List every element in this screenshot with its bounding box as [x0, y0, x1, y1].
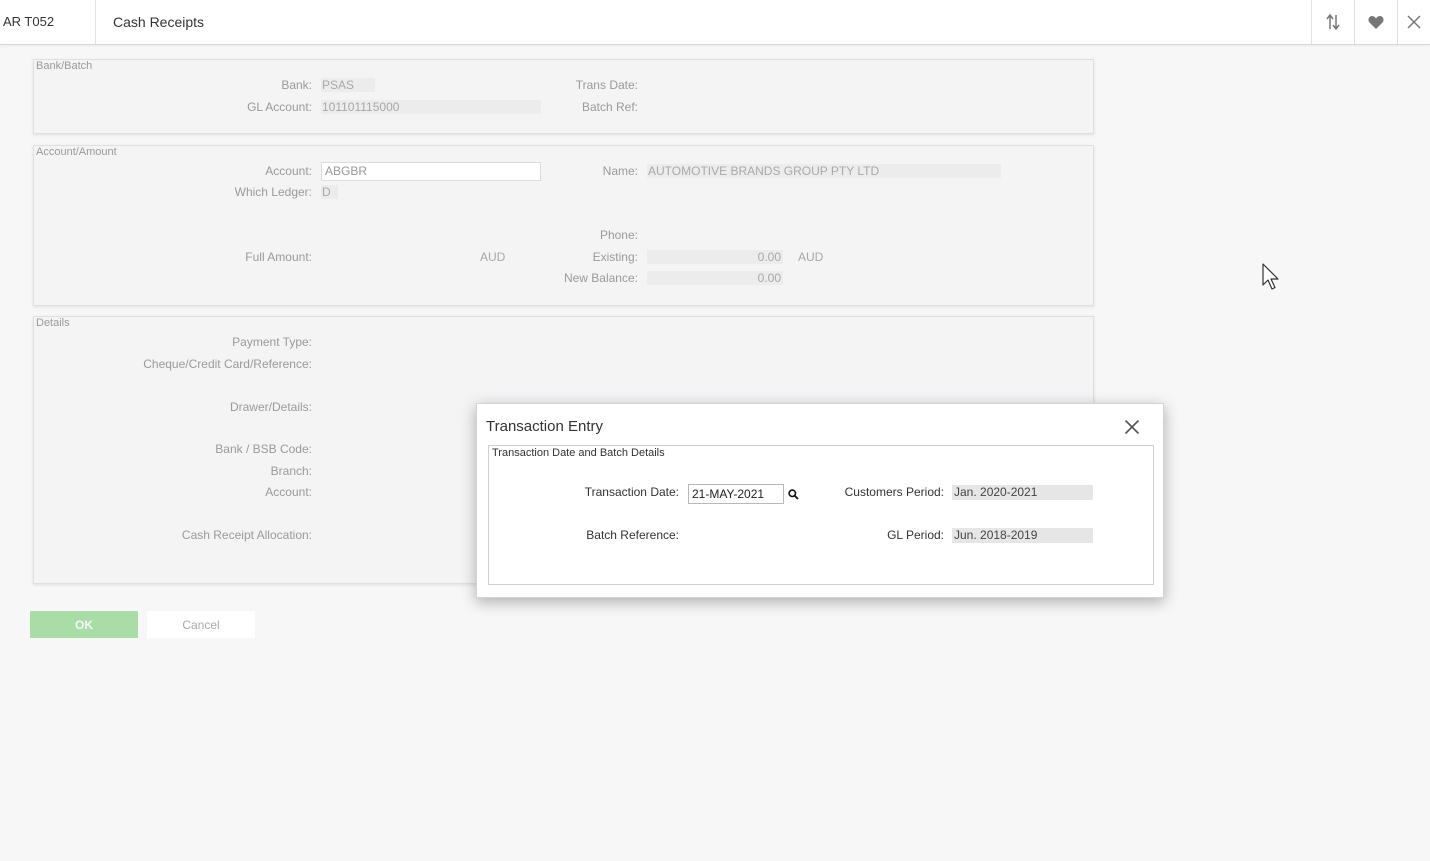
program-code: AR T052	[3, 14, 55, 29]
gl-period-value: Jun. 2018-2019	[952, 528, 1093, 543]
customers-period-value: Jan. 2020-2021	[952, 485, 1093, 500]
existing-currency: AUD	[798, 250, 824, 264]
gl-period-label: GL Period:	[887, 528, 944, 542]
gl-account-label: GL Account:	[247, 100, 312, 114]
fieldset-legend: Transaction Date and Batch Details	[492, 447, 665, 459]
drawer-details-label: Drawer/Details:	[229, 400, 312, 414]
payment-type-label: Payment Type:	[232, 335, 312, 349]
bsb-code-label: Bank / BSB Code:	[215, 442, 312, 456]
existing-label: Existing:	[592, 250, 638, 264]
header-divider	[95, 0, 96, 44]
new-balance-value: 0.00	[647, 271, 783, 285]
account-label: Account:	[265, 164, 312, 178]
panel-legend: Bank/Batch	[36, 60, 93, 72]
heart-icon	[1368, 15, 1384, 29]
transaction-details-fieldset: Transaction Date and Batch Details Trans…	[488, 445, 1154, 585]
full-amount-currency: AUD	[480, 250, 506, 264]
page-title: Cash Receipts	[113, 14, 205, 30]
sort-button[interactable]	[1312, 0, 1354, 44]
account-input[interactable]: ABGBR	[321, 162, 541, 181]
transaction-date-label: Transaction Date:	[584, 485, 679, 499]
close-icon	[1407, 15, 1421, 29]
account-amount-panel: Account/Amount Account: ABGBR Which Ledg…	[33, 145, 1094, 306]
cancel-button[interactable]: Cancel	[147, 611, 255, 638]
dialog-title: Transaction Entry	[486, 418, 603, 435]
existing-value: 0.00	[647, 250, 783, 264]
branch-label: Branch:	[270, 464, 312, 478]
close-window-button[interactable]	[1398, 0, 1430, 44]
new-balance-label: New Balance:	[563, 271, 638, 285]
app-header: AR T052 Cash Receipts	[0, 0, 1430, 45]
name-value: AUTOMOTIVE BRANDS GROUP PTY LTD	[647, 164, 1001, 178]
batch-reference-label: Batch Reference:	[586, 528, 679, 542]
transaction-entry-dialog: Transaction Entry Transaction Date and B…	[476, 403, 1164, 598]
transaction-date-input[interactable]: 21-MAY-2021	[688, 484, 784, 504]
sort-arrows-icon	[1326, 13, 1340, 31]
favorite-button[interactable]	[1355, 0, 1397, 44]
full-amount-label: Full Amount:	[245, 250, 312, 264]
bank-batch-panel: Bank/Batch Bank: PSAS GL Account: 101101…	[33, 59, 1094, 134]
transaction-date-lookup-button[interactable]	[785, 486, 801, 502]
bank-value: PSAS	[321, 78, 375, 92]
ok-button[interactable]: OK	[30, 611, 138, 638]
panel-legend: Details	[36, 317, 70, 329]
customers-period-label: Customers Period:	[844, 485, 944, 499]
cash-receipt-allocation-label: Cash Receipt Allocation:	[181, 528, 312, 542]
bank-label: Bank:	[281, 78, 312, 92]
panel-legend: Account/Amount	[36, 146, 117, 158]
name-label: Name:	[602, 164, 638, 178]
batch-ref-label: Batch Ref:	[581, 100, 638, 114]
cheque-reference-label: Cheque/Credit Card/Reference:	[143, 357, 312, 371]
search-icon	[787, 488, 799, 500]
which-ledger-value: D	[321, 185, 338, 199]
dialog-close-button[interactable]	[1121, 416, 1143, 438]
close-icon	[1124, 419, 1140, 435]
mouse-cursor-icon	[1262, 263, 1279, 290]
trans-date-label: Trans Date:	[575, 78, 638, 92]
phone-label: Phone:	[599, 228, 638, 242]
details-account-label: Account:	[265, 485, 312, 499]
gl-account-value: 101101115000	[321, 100, 541, 114]
which-ledger-label: Which Ledger:	[234, 185, 312, 199]
